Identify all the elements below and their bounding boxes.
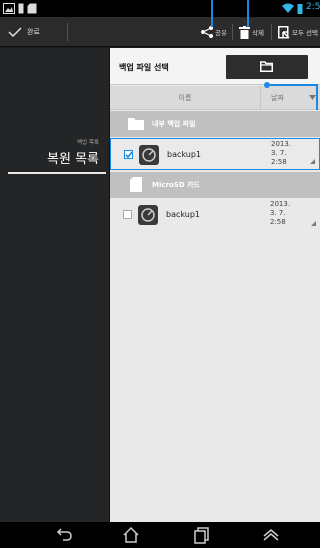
trash-icon [239, 25, 250, 39]
list-item[interactable]: backup1 2013. 3. 7. 2:58 [110, 138, 320, 170]
date-line: 2:58 [270, 218, 286, 226]
delete-label: 삭제 [252, 29, 264, 37]
delete-button[interactable]: 삭제 [239, 17, 264, 47]
menu-up-icon[interactable] [262, 526, 280, 544]
callout-line-share [211, 0, 213, 27]
list-item[interactable]: backup1 2013. 3. 7. 2:58 [110, 199, 320, 231]
app-file-icon [138, 205, 158, 225]
folder-icon [128, 118, 144, 130]
divider [232, 24, 233, 40]
back-icon[interactable] [55, 526, 73, 544]
recent-apps-icon[interactable] [193, 526, 211, 544]
folder-icon [260, 61, 273, 72]
right-panel: 백업 파일 선택 이름 날짜 내부 백업 파일 backup1 2013. 3.… [110, 48, 320, 522]
date-line: 3. 7. [271, 149, 287, 157]
select-all-label: 모두 선택 [292, 29, 318, 37]
done-button[interactable]: 완료 [8, 17, 40, 47]
folder-button[interactable] [226, 55, 308, 79]
corner-indicator [310, 159, 315, 164]
date-line: 3. 7. [270, 209, 286, 217]
group-label: 내부 백업 파일 [152, 120, 196, 128]
share-button[interactable]: 공유 [201, 17, 227, 47]
home-icon[interactable] [122, 526, 140, 544]
checkbox[interactable] [123, 210, 132, 219]
backup-list-label: 백업 목록 [77, 140, 99, 146]
group-label: MicroSD 카드 [152, 181, 200, 189]
column-date-sort[interactable]: 날짜 [260, 86, 320, 110]
corner-indicator [311, 221, 316, 226]
divider [67, 23, 68, 41]
group-header-microsd: MicroSD 카드 [110, 172, 320, 198]
share-label: 공유 [215, 29, 227, 37]
panel-title: 백업 파일 선택 [119, 63, 169, 72]
file-date: 2013. 3. 7. 2:58 [270, 200, 310, 227]
tab-underline [8, 172, 106, 174]
checkbox[interactable] [124, 150, 133, 159]
column-header: 이름 날짜 [110, 86, 320, 110]
status-time: 2:58 [306, 2, 320, 12]
column-name[interactable]: 이름 [110, 93, 260, 103]
wifi-icon [282, 3, 294, 13]
check-icon [8, 27, 22, 37]
file-date: 2013. 3. 7. 2:58 [271, 140, 311, 167]
callout-line-folder-v [316, 84, 318, 110]
select-all-button[interactable]: 모두 선택 [278, 17, 318, 47]
sort-arrow-icon [309, 95, 316, 100]
divider [271, 24, 272, 40]
done-label: 완료 [27, 28, 40, 36]
status-bar: 2:58 [0, 0, 320, 17]
file-name: backup1 [166, 210, 201, 219]
share-icon [201, 26, 213, 38]
action-bar: 완료 공유 삭제 모두 선택 [0, 17, 320, 47]
select-all-icon [278, 25, 290, 39]
battery-icon [297, 4, 303, 14]
group-header-internal: 내부 백업 파일 [110, 111, 320, 137]
sd-card-icon-2 [27, 3, 37, 14]
date-line: 2013. [270, 200, 291, 208]
sd-card-icon [130, 177, 142, 192]
left-panel: 백업 목록 복원 목록 [0, 48, 110, 522]
sd-card-icon [18, 3, 24, 14]
date-line: 2:58 [271, 158, 287, 166]
app-file-icon [139, 145, 159, 165]
panel-header: 백업 파일 선택 [110, 48, 320, 85]
navigation-bar [0, 522, 320, 548]
file-name: backup1 [167, 150, 202, 159]
restore-list-tab[interactable]: 복원 목록 [47, 148, 99, 167]
callout-line-delete [247, 0, 249, 27]
column-date: 날짜 [271, 94, 284, 102]
callout-line-folder [267, 84, 317, 86]
date-line: 2013. [271, 140, 292, 148]
check-icon [125, 151, 133, 159]
gallery-icon [3, 3, 15, 14]
